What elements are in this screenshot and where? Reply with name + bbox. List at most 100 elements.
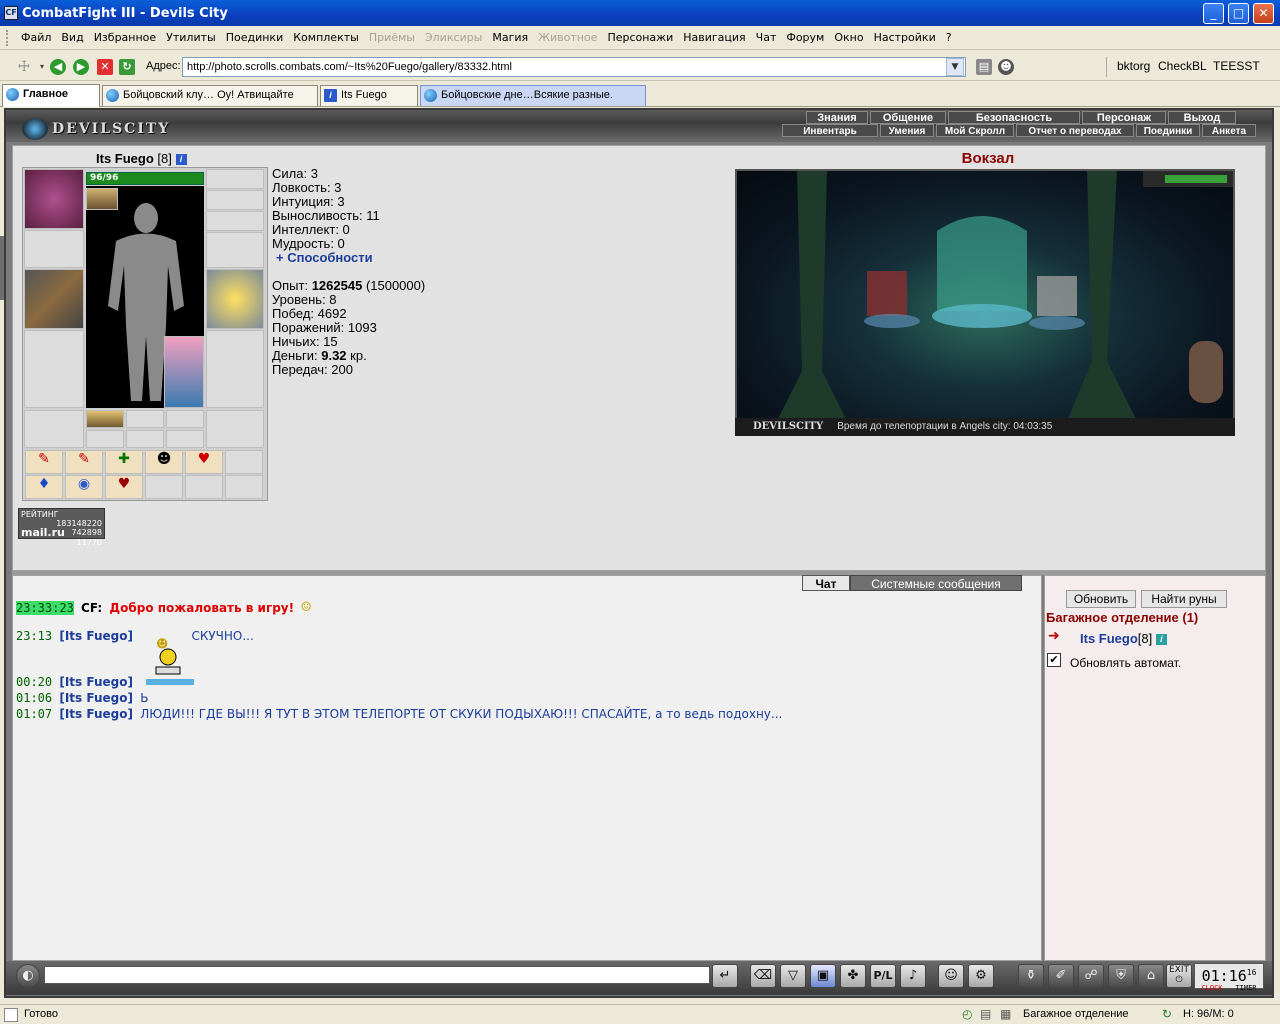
chat-sender[interactable]: [Its Fuego] (59, 691, 133, 705)
private-log-icon[interactable]: P/L (870, 964, 896, 988)
refresh-icon[interactable]: ↻ (119, 59, 135, 75)
nav-battles[interactable]: Поединки (1136, 124, 1200, 137)
info-icon[interactable]: i (1155, 634, 1167, 646)
tab-diaries[interactable]: Бойцовские дне…Всякие разные. (420, 85, 646, 106)
armor-icon[interactable]: ⛨ (1108, 964, 1134, 988)
menu-sets[interactable]: Комплекты (293, 31, 359, 44)
players-icon[interactable]: ☍ (1078, 964, 1104, 988)
nav-character[interactable]: Персонаж (1082, 111, 1166, 124)
tab-its-fuego[interactable]: i Its Fuego (320, 85, 418, 106)
small-slot-4[interactable] (86, 430, 124, 448)
back-icon[interactable]: ◀ (50, 59, 66, 75)
menu-navigation[interactable]: Навигация (683, 31, 745, 44)
tab-system-messages[interactable]: Системные сообщения (850, 575, 1022, 591)
chat-sender[interactable]: [Its Fuego] (59, 675, 133, 689)
people-icon[interactable]: ☻ (998, 59, 1014, 75)
menu-utilities[interactable]: Утилиты (166, 31, 216, 44)
sound-icon[interactable]: ♪ (900, 964, 926, 988)
link-teesst[interactable]: TEESST (1213, 59, 1260, 73)
private-message-icon[interactable]: ➜ (1048, 628, 1072, 644)
heart-scroll-slot[interactable]: ♥ (185, 450, 223, 474)
clock-tab[interactable]: CLOCK (1201, 985, 1222, 992)
room-player[interactable]: Its Fuego[8] i (1080, 631, 1167, 646)
chat-input[interactable] (44, 966, 710, 984)
nav-inventory[interactable]: Инвентарь (782, 124, 878, 137)
nav-my-scroll[interactable]: Мой Скролл (936, 124, 1014, 137)
small-slot-3[interactable] (166, 410, 204, 428)
scroll-slot-11[interactable] (185, 475, 223, 499)
helmet-slot[interactable] (24, 169, 84, 229)
scroll-slot-6[interactable] (225, 450, 263, 474)
menu-forum[interactable]: Форум (786, 31, 824, 44)
minimize-button[interactable]: _ (1203, 3, 1224, 24)
pet-slot[interactable] (164, 336, 204, 408)
legs-slot[interactable] (206, 330, 264, 408)
menu-characters[interactable]: Персонажи (607, 31, 673, 44)
emoticons-icon[interactable]: ☺ (938, 964, 964, 988)
heart-scroll-slot-2[interactable]: ♥ (105, 475, 143, 499)
page-icon[interactable]: ▤ (976, 59, 992, 75)
mailru-rating-counter[interactable]: РЕЙТИНГ 183148220 mail.ru 742898 11770 (18, 508, 105, 547)
scroll-slot-4[interactable]: ☻ (145, 450, 183, 474)
menu-file[interactable]: Файл (21, 31, 51, 44)
send-message-icon[interactable]: ↵ (712, 964, 738, 988)
small-slot-1[interactable] (86, 410, 124, 428)
boots-slot[interactable] (206, 410, 264, 448)
save-chat-icon[interactable]: ▣ (810, 964, 836, 988)
character-name[interactable]: Its Fuego [8] i (96, 151, 187, 166)
rings-slot[interactable] (206, 211, 264, 231)
bag-icon[interactable]: ⚱ (1018, 964, 1044, 988)
fighter-icon[interactable]: ✤ (840, 964, 866, 988)
eraser-icon[interactable]: ⌫ (750, 964, 776, 988)
menu-chat[interactable]: Чат (756, 31, 777, 44)
info-icon[interactable]: i (175, 154, 187, 166)
close-button[interactable]: ✕ (1253, 3, 1274, 24)
settings-icon[interactable]: ⚙ (968, 964, 994, 988)
refresh-button[interactable]: Обновить (1066, 590, 1136, 608)
nav-profile[interactable]: Анкета (1202, 124, 1256, 137)
stop-icon[interactable]: ✕ (97, 59, 113, 75)
menu-settings[interactable]: Настройки (874, 31, 936, 44)
weapon-slot[interactable] (24, 269, 84, 329)
link-checkbl[interactable]: CheckBL (1158, 59, 1207, 73)
link-bktorg[interactable]: bktorg (1117, 59, 1150, 73)
earrings-slot[interactable] (206, 169, 264, 189)
chat-speaker-icon[interactable]: ◐ (16, 964, 40, 988)
scroll-slot-2[interactable]: ✎ (65, 450, 103, 474)
chat-sender[interactable]: CF: (81, 601, 102, 615)
nav-exit[interactable]: Выход (1168, 111, 1236, 124)
abilities-link[interactable]: + Способности (276, 250, 373, 265)
chat-sender[interactable]: [Its Fuego] (59, 629, 133, 643)
small-slot-5[interactable] (126, 430, 164, 448)
nav-transfer-report[interactable]: Отчет о переводах (1016, 124, 1134, 137)
scroll-slot-1[interactable]: ✎ (25, 450, 63, 474)
exit-icon[interactable]: EXIT ⏻ (1166, 964, 1192, 988)
menu-magic[interactable]: Магия (492, 31, 528, 44)
house-icon[interactable]: ⌂ (1138, 964, 1164, 988)
nav-skills[interactable]: Умения (880, 124, 934, 137)
tab-main[interactable]: Главное (2, 84, 100, 107)
scroll-slot-12[interactable] (225, 475, 263, 499)
bracer-slot[interactable] (24, 230, 84, 268)
scroll-slot-10[interactable] (145, 475, 183, 499)
address-dropdown-button[interactable]: ▼ (946, 58, 964, 76)
pin-icon[interactable]: ☩ (16, 59, 32, 75)
auto-refresh-checkbox[interactable]: ✔ (1047, 653, 1061, 667)
menu-battles[interactable]: Поединки (226, 31, 284, 44)
small-slot-2[interactable] (126, 410, 164, 428)
small-slot-6[interactable] (166, 430, 204, 448)
nav-communication[interactable]: Общение (870, 111, 946, 124)
gloves-slot[interactable] (206, 232, 264, 268)
necklace-slot[interactable] (206, 190, 264, 210)
forward-icon[interactable]: ▶ (73, 59, 89, 75)
amulet-slot[interactable] (86, 188, 118, 210)
diamond-scroll-slot[interactable]: ♦ (25, 475, 63, 499)
filter-icon[interactable]: ▽ (780, 964, 806, 988)
timer-tab[interactable]: TIMER (1235, 985, 1256, 992)
maximize-button[interactable]: □ (1228, 3, 1249, 24)
menu-favorites[interactable]: Избранное (94, 31, 156, 44)
scroll-slot-3[interactable]: ✚ (105, 450, 143, 474)
orb-scroll-slot[interactable]: ◉ (65, 475, 103, 499)
nav-security[interactable]: Безопасность (948, 111, 1080, 124)
find-runes-button[interactable]: Найти руны (1141, 590, 1227, 608)
